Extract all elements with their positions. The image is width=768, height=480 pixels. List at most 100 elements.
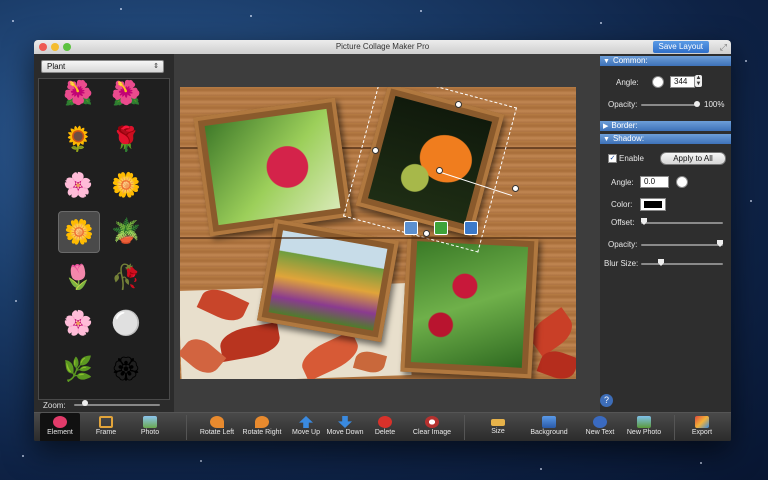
move-down-button[interactable]: Move Down xyxy=(325,413,365,441)
background-icon xyxy=(542,416,556,428)
photo-wildflower-field xyxy=(268,230,388,331)
opacity-value: 100% xyxy=(704,100,725,109)
potted-flower-icon[interactable]: 🪴 xyxy=(106,211,146,251)
new-photo-button[interactable]: New Photo xyxy=(624,413,664,441)
title-bar: Picture Collage Maker Pro Save Layout ⤢ xyxy=(34,40,731,55)
element-button[interactable]: Element xyxy=(40,413,80,441)
category-value: Plant xyxy=(47,62,66,71)
new-photo-icon xyxy=(637,416,651,428)
crop-icon[interactable] xyxy=(404,221,418,235)
app-window: Picture Collage Maker Pro Save Layout ⤢ … xyxy=(34,40,731,441)
shadow-angle-input[interactable]: 0.0 xyxy=(640,176,669,188)
canvas-area xyxy=(174,54,600,412)
element-library-panel: Plant ⇕ 🌺 🌺 🌻 🌹 🌸 🌼 🌼 🪴 🌷 🥀 🌸 ⚪ 🌿 🏵 Zoom: xyxy=(34,54,174,412)
resize-handle[interactable] xyxy=(372,147,379,154)
magnify-icon[interactable] xyxy=(464,221,478,235)
adjust-icon[interactable] xyxy=(434,221,448,235)
category-dropdown[interactable]: Plant ⇕ xyxy=(41,60,164,73)
pink-blossom-icon[interactable]: 🌸 xyxy=(58,303,98,343)
background-button[interactable]: Background xyxy=(526,413,572,441)
clear-image-button[interactable]: Clear Image xyxy=(410,413,454,441)
export-button[interactable]: Export xyxy=(684,413,720,441)
delete-icon xyxy=(378,416,392,428)
new-text-label: New Text xyxy=(585,429,615,436)
pink-rose-icon[interactable]: 🌹 xyxy=(106,119,146,159)
opacity-slider-knob[interactable] xyxy=(694,101,700,107)
clear-image-icon xyxy=(425,416,439,428)
background-label: Background xyxy=(530,429,568,436)
resize-handle[interactable] xyxy=(455,101,462,108)
disclosure-down-icon: ▼ xyxy=(603,136,610,143)
move-up-label: Move Up xyxy=(291,429,320,436)
fullscreen-icon[interactable]: ⤢ xyxy=(720,42,727,53)
element-icon xyxy=(53,416,67,428)
pinwheel-icon[interactable]: 🏵 xyxy=(106,349,146,389)
sunflower-icon[interactable]: 🌻 xyxy=(58,119,98,159)
shadow-offset-slider[interactable] xyxy=(641,222,723,224)
shadow-angle-dial[interactable] xyxy=(676,176,688,188)
delete-button[interactable]: Delete xyxy=(370,413,400,441)
angle-dial[interactable] xyxy=(652,76,664,88)
rotate-right-icon xyxy=(255,416,269,428)
grass-tuft-icon[interactable]: 🌿 xyxy=(58,349,98,389)
rotate-left-button[interactable]: Rotate Left xyxy=(197,413,237,441)
shadow-angle-label: Angle: xyxy=(611,178,634,187)
angle-label: Angle: xyxy=(616,78,639,87)
angle-stepper[interactable]: ▲ ▼ xyxy=(695,75,702,87)
red-flower-icon[interactable]: 🌺 xyxy=(58,73,98,113)
shadow-color-swatch[interactable] xyxy=(640,198,666,211)
disclosure-down-icon: ▼ xyxy=(603,58,610,65)
photo-button[interactable]: Photo xyxy=(130,413,170,441)
blur-size-label: Blur Size: xyxy=(604,259,639,268)
blue-flower-icon[interactable]: 🌼 xyxy=(106,165,146,205)
common-section-header[interactable]: ▼ Common: xyxy=(600,56,731,66)
enable-shadow-checkbox[interactable]: ✓ xyxy=(608,154,617,163)
tulip-bud-icon[interactable]: 🌷 xyxy=(58,257,98,297)
move-up-button[interactable]: Move Up xyxy=(289,413,323,441)
delete-label: Delete xyxy=(374,429,396,436)
resize-handle[interactable] xyxy=(423,230,430,237)
collage-canvas[interactable] xyxy=(180,87,576,379)
toolbar-separator xyxy=(674,415,675,440)
photo-icon xyxy=(143,416,157,428)
zoom-label: Zoom: xyxy=(43,401,66,410)
shadow-offset-label: Offset: xyxy=(611,218,635,227)
photo-frame-red-tulips[interactable] xyxy=(400,230,539,379)
photo-frame-tulip[interactable] xyxy=(193,97,352,237)
frame-button[interactable]: Frame xyxy=(86,413,126,441)
properties-panel: ▼ Common: Angle: 344 ▲ ▼ Opacity: 100% ▶ Bo… xyxy=(600,54,731,412)
opacity-slider[interactable] xyxy=(641,104,699,106)
shadow-section-header[interactable]: ▼ Shadow: xyxy=(600,134,731,144)
photo-red-tulips xyxy=(410,241,529,368)
angle-input[interactable]: 344 xyxy=(670,76,695,88)
size-button[interactable]: Size xyxy=(480,413,516,441)
photo-frame-wildflowers[interactable] xyxy=(257,218,399,343)
photo-button-label: Photo xyxy=(140,429,160,436)
rotation-pivot xyxy=(436,167,443,174)
common-header-label: Common: xyxy=(612,56,648,65)
new-text-button[interactable]: New Text xyxy=(582,413,618,441)
rotation-handle[interactable] xyxy=(512,185,519,192)
zoom-slider-knob[interactable] xyxy=(82,400,88,406)
rotate-right-button[interactable]: Rotate Right xyxy=(240,413,284,441)
shadow-header-label: Shadow: xyxy=(612,134,645,143)
rotate-left-icon xyxy=(210,416,224,428)
blur-size-slider[interactable] xyxy=(641,263,723,265)
rotate-left-label: Rotate Left xyxy=(199,429,235,436)
red-bud-icon[interactable]: 🥀 xyxy=(106,257,146,297)
element-grid: 🌺 🌺 🌻 🌹 🌸 🌼 🌼 🪴 🌷 🥀 🌸 ⚪ 🌿 🏵 xyxy=(38,78,170,400)
move-down-label: Move Down xyxy=(326,429,364,436)
opacity-label: Opacity: xyxy=(608,100,638,109)
border-section-header[interactable]: ▶ Border: xyxy=(600,121,731,131)
selection-box xyxy=(342,87,518,253)
chevron-updown-icon: ⇕ xyxy=(153,63,159,70)
help-icon[interactable]: ? xyxy=(600,394,613,407)
smiling-flower-icon[interactable]: 🌼 xyxy=(58,211,100,253)
apply-to-all-button[interactable]: Apply to All xyxy=(660,152,726,165)
save-layout-button[interactable]: Save Layout xyxy=(652,41,709,53)
dandelion-icon[interactable]: ⚪ xyxy=(106,303,146,343)
pink-flower-icon[interactable]: 🌸 xyxy=(58,165,98,205)
border-header-label: Border: xyxy=(611,121,638,130)
shadow-opacity-slider[interactable] xyxy=(641,244,723,246)
orange-flower-icon[interactable]: 🌺 xyxy=(106,73,146,113)
